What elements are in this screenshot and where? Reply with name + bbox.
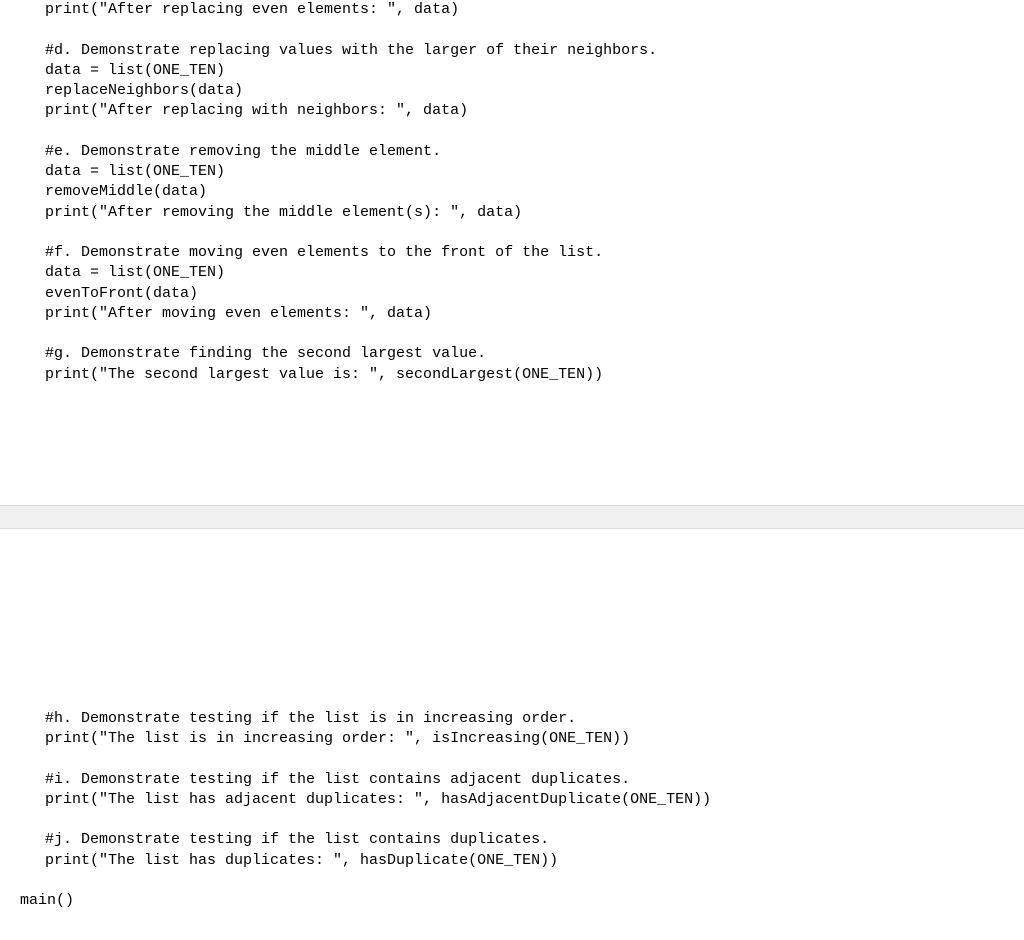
code-line: #h. Demonstrate testing if the list is i… bbox=[45, 710, 576, 727]
code-block-bottom-main: main() bbox=[0, 891, 1024, 911]
code-line: #f. Demonstrate moving even elements to … bbox=[45, 244, 603, 261]
code-line: #j. Demonstrate testing if the list cont… bbox=[45, 831, 549, 848]
code-line: main() bbox=[20, 892, 74, 909]
code-line: #e. Demonstrate removing the middle elem… bbox=[45, 143, 441, 160]
code-line: print("After removing the middle element… bbox=[45, 204, 522, 221]
code-line: evenToFront(data) bbox=[45, 285, 198, 302]
page-separator bbox=[0, 505, 1024, 529]
page: print("After replacing even elements: ",… bbox=[0, 0, 1024, 911]
code-line: data = list(ONE_TEN) bbox=[45, 264, 225, 281]
code-line: print("After moving even elements: ", da… bbox=[45, 305, 432, 322]
code-block-top: print("After replacing even elements: ",… bbox=[0, 0, 1024, 385]
page-gap-bottom bbox=[0, 529, 1024, 709]
code-line: #i. Demonstrate testing if the list cont… bbox=[45, 771, 630, 788]
code-line: #d. Demonstrate replacing values with th… bbox=[45, 42, 657, 59]
code-line: print("After replacing with neighbors: "… bbox=[45, 102, 468, 119]
code-line: #g. Demonstrate finding the second large… bbox=[45, 345, 486, 362]
code-line: data = list(ONE_TEN) bbox=[45, 62, 225, 79]
code-line: print("After replacing even elements: ",… bbox=[45, 1, 459, 18]
code-line: removeMiddle(data) bbox=[45, 183, 207, 200]
code-line: replaceNeighbors(data) bbox=[45, 82, 243, 99]
code-line: print("The list has duplicates: ", hasDu… bbox=[45, 852, 558, 869]
code-line: data = list(ONE_TEN) bbox=[45, 163, 225, 180]
code-line: print("The list has adjacent duplicates:… bbox=[45, 791, 711, 808]
code-line: print("The second largest value is: ", s… bbox=[45, 366, 603, 383]
code-block-bottom-indented: #h. Demonstrate testing if the list is i… bbox=[0, 709, 1024, 891]
code-line: print("The list is in increasing order: … bbox=[45, 730, 630, 747]
page-gap-top bbox=[0, 385, 1024, 505]
